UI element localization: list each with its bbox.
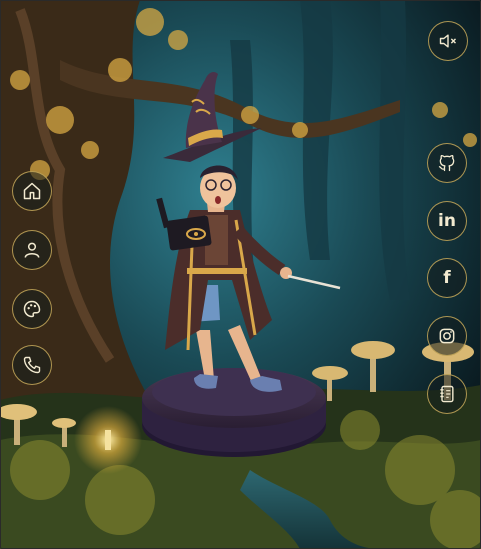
nav-projects-button[interactable] xyxy=(12,289,52,329)
resume-link[interactable] xyxy=(427,374,467,414)
github-link[interactable] xyxy=(427,143,467,183)
facebook-link[interactable]: f xyxy=(427,258,467,298)
instagram-icon xyxy=(439,328,455,344)
facebook-icon: f xyxy=(443,267,451,288)
mute-speaker-icon xyxy=(439,34,457,48)
instagram-link[interactable] xyxy=(427,316,467,356)
sound-toggle-button[interactable] xyxy=(428,21,468,61)
resume-notebook-icon xyxy=(440,385,454,403)
linkedin-link[interactable]: in xyxy=(427,201,467,241)
linkedin-icon: in xyxy=(438,210,456,231)
nav-about-button[interactable] xyxy=(12,230,52,270)
github-icon xyxy=(438,154,455,172)
home-icon xyxy=(23,182,41,200)
phone-icon xyxy=(23,356,41,374)
app-viewport: in f xyxy=(0,0,481,549)
user-icon xyxy=(24,242,40,258)
palette-icon xyxy=(23,300,41,318)
nav-contact-button[interactable] xyxy=(12,345,52,385)
enchanted-forest-background xyxy=(0,0,481,549)
nav-home-button[interactable] xyxy=(12,171,52,211)
